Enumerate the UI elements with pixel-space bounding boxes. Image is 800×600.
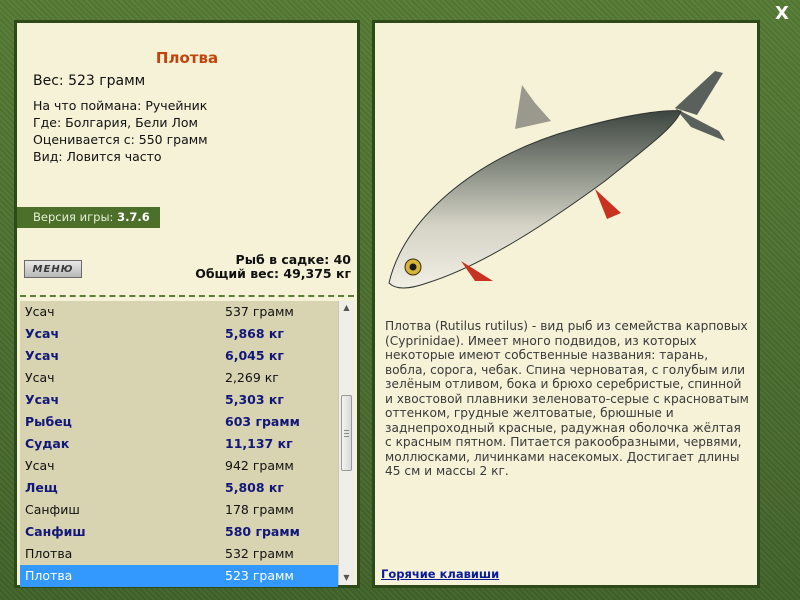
pectoral-fin	[461, 261, 493, 281]
catch-fish-weight: 11,137 кг	[225, 436, 293, 451]
total-weight: Общий вес: 49,375 кг	[195, 266, 351, 281]
catch-row[interactable]: Лещ 5,808 кг	[20, 477, 338, 499]
grip-line	[344, 436, 349, 437]
catch-fish-weight: 603 грамм	[225, 414, 300, 429]
version-bar: Версия игры: 3.7.6	[17, 207, 160, 228]
catch-fish-weight: 5,303 кг	[225, 392, 284, 407]
menu-button-label: МЕНЮ	[32, 263, 74, 275]
scroll-thumb[interactable]	[341, 395, 352, 471]
fish-details: Плотва Вес: 523 грамм На что поймана: Ру…	[17, 23, 357, 203]
catch-fish-weight: 580 грамм	[225, 524, 300, 539]
scroll-up-icon[interactable]: ▲	[339, 301, 354, 315]
catch-row[interactable]: Усач 942 грамм	[20, 455, 338, 477]
grip-line	[344, 430, 349, 431]
fish-count: Рыб в садке: 40	[235, 252, 351, 267]
catch-fish-weight: 5,808 кг	[225, 480, 284, 495]
divider	[20, 295, 354, 297]
fish-info-panel: Плотва Вес: 523 грамм На что поймана: Ру…	[14, 20, 360, 588]
catch-row[interactable]: Плотва 523 грамм	[20, 565, 338, 587]
fish-illustration	[388, 71, 725, 289]
hotkeys-link[interactable]: Горячие клавиши	[381, 567, 499, 581]
version-value: 3.7.6	[117, 210, 150, 224]
catch-fish-weight: 537 грамм	[225, 304, 294, 319]
fish-name: Плотва	[155, 49, 219, 67]
catch-row[interactable]: Усач 537 грамм	[20, 301, 338, 323]
fish-weight: Вес: 523 грамм	[33, 73, 146, 89]
catch-fish-name: Усач	[25, 370, 55, 385]
version-label: Версия игры:	[33, 210, 118, 224]
bait-line: На что поймана: Ручейник	[33, 98, 208, 113]
catch-fish-name: Усач	[25, 326, 60, 341]
scroll-down-icon[interactable]: ▼	[339, 571, 354, 585]
catch-row[interactable]: Усач 5,303 кг	[20, 389, 338, 411]
location-line: Где: Болгария, Бели Лом	[33, 115, 198, 130]
catch-fish-name: Санфиш	[25, 524, 86, 539]
catch-row[interactable]: Усач 6,045 кг	[20, 345, 338, 367]
species-type-line: Вид: Ловится часто	[33, 149, 162, 164]
catch-fish-name: Усач	[25, 348, 60, 363]
catch-fish-name: Санфиш	[25, 502, 80, 517]
catch-row[interactable]: Усач 5,868 кг	[20, 323, 338, 345]
catch-fish-name: Усач	[25, 392, 60, 407]
fish-pupil	[409, 263, 417, 271]
catch-row[interactable]: Судак 11,137 кг	[20, 433, 338, 455]
catch-fish-name: Плотва	[25, 568, 73, 583]
catch-row[interactable]: Санфиш 580 грамм	[20, 521, 338, 543]
pelvic-fin	[595, 189, 621, 219]
menu-button[interactable]: МЕНЮ	[24, 260, 82, 278]
catch-fish-name: Плотва	[25, 546, 73, 561]
tail-fin-lower	[675, 108, 725, 141]
catch-fish-weight: 2,269 кг	[225, 370, 279, 385]
catch-fish-name: Лещ	[25, 480, 58, 495]
catch-fish-weight: 5,868 кг	[225, 326, 284, 341]
catch-fish-weight: 942 грамм	[225, 458, 294, 473]
catch-fish-name: Рыбец	[25, 414, 72, 429]
catch-list[interactable]: Усач 537 грамм Усач 5,868 кг Усач 6,045 кг Уса…	[20, 301, 338, 587]
keepnet-stats: Рыб в садке: 40 Общий вес: 49,375 кг	[195, 253, 351, 281]
catch-fish-name: Судак	[25, 436, 70, 451]
close-button[interactable]: X	[772, 4, 792, 24]
catch-fish-weight: 178 грамм	[225, 502, 294, 517]
catch-fish-weight: 6,045 кг	[225, 348, 284, 363]
catch-fish-name: Усач	[25, 304, 55, 319]
grip-line	[344, 433, 349, 434]
fish-description: Плотва (Rutilus rutilus) - вид рыб из се…	[385, 319, 749, 478]
fish-description-panel: Плотва (Rutilus rutilus) - вид рыб из се…	[372, 20, 760, 588]
valued-from-line: Оценивается с: 550 грамм	[33, 132, 208, 147]
dorsal-fin	[515, 85, 551, 129]
catch-row[interactable]: Рыбец 603 грамм	[20, 411, 338, 433]
catch-row[interactable]: Плотва 532 грамм	[20, 543, 338, 565]
catch-fish-weight: 532 грамм	[225, 546, 294, 561]
fish-body	[388, 110, 682, 289]
catch-row[interactable]: Санфиш 178 грамм	[20, 499, 338, 521]
catch-fish-name: Усач	[25, 458, 55, 473]
scrollbar[interactable]: ▲ ▼	[338, 301, 354, 585]
catch-row[interactable]: Усач 2,269 кг	[20, 367, 338, 389]
tail-fin-upper	[675, 71, 723, 115]
catch-fish-weight: 523 грамм	[225, 568, 294, 583]
